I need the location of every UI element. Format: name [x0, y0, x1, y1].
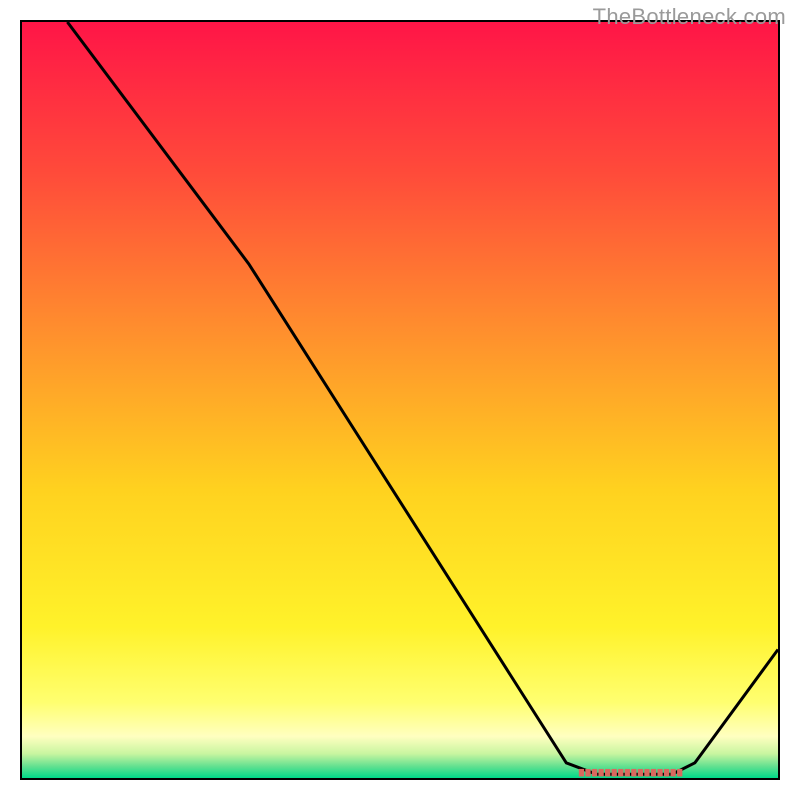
marker-dot [638, 769, 643, 777]
marker-dot [671, 769, 676, 777]
chart-plot-area [20, 20, 780, 780]
marker-dot [644, 769, 649, 777]
marker-dot [657, 769, 662, 777]
marker-dot [664, 769, 669, 777]
marker-dot [631, 769, 636, 777]
marker-dot [651, 769, 656, 777]
minimum-marker [579, 769, 683, 777]
marker-dot [605, 769, 610, 777]
marker-dot [598, 769, 603, 777]
marker-dot [677, 769, 682, 777]
watermark-text: TheBottleneck.com [593, 4, 786, 30]
marker-dot [585, 769, 590, 777]
marker-layer [22, 22, 778, 778]
marker-dot [625, 769, 630, 777]
marker-dot [612, 769, 617, 777]
marker-dot [618, 769, 623, 777]
marker-dot [592, 769, 597, 777]
marker-dot [579, 769, 584, 777]
